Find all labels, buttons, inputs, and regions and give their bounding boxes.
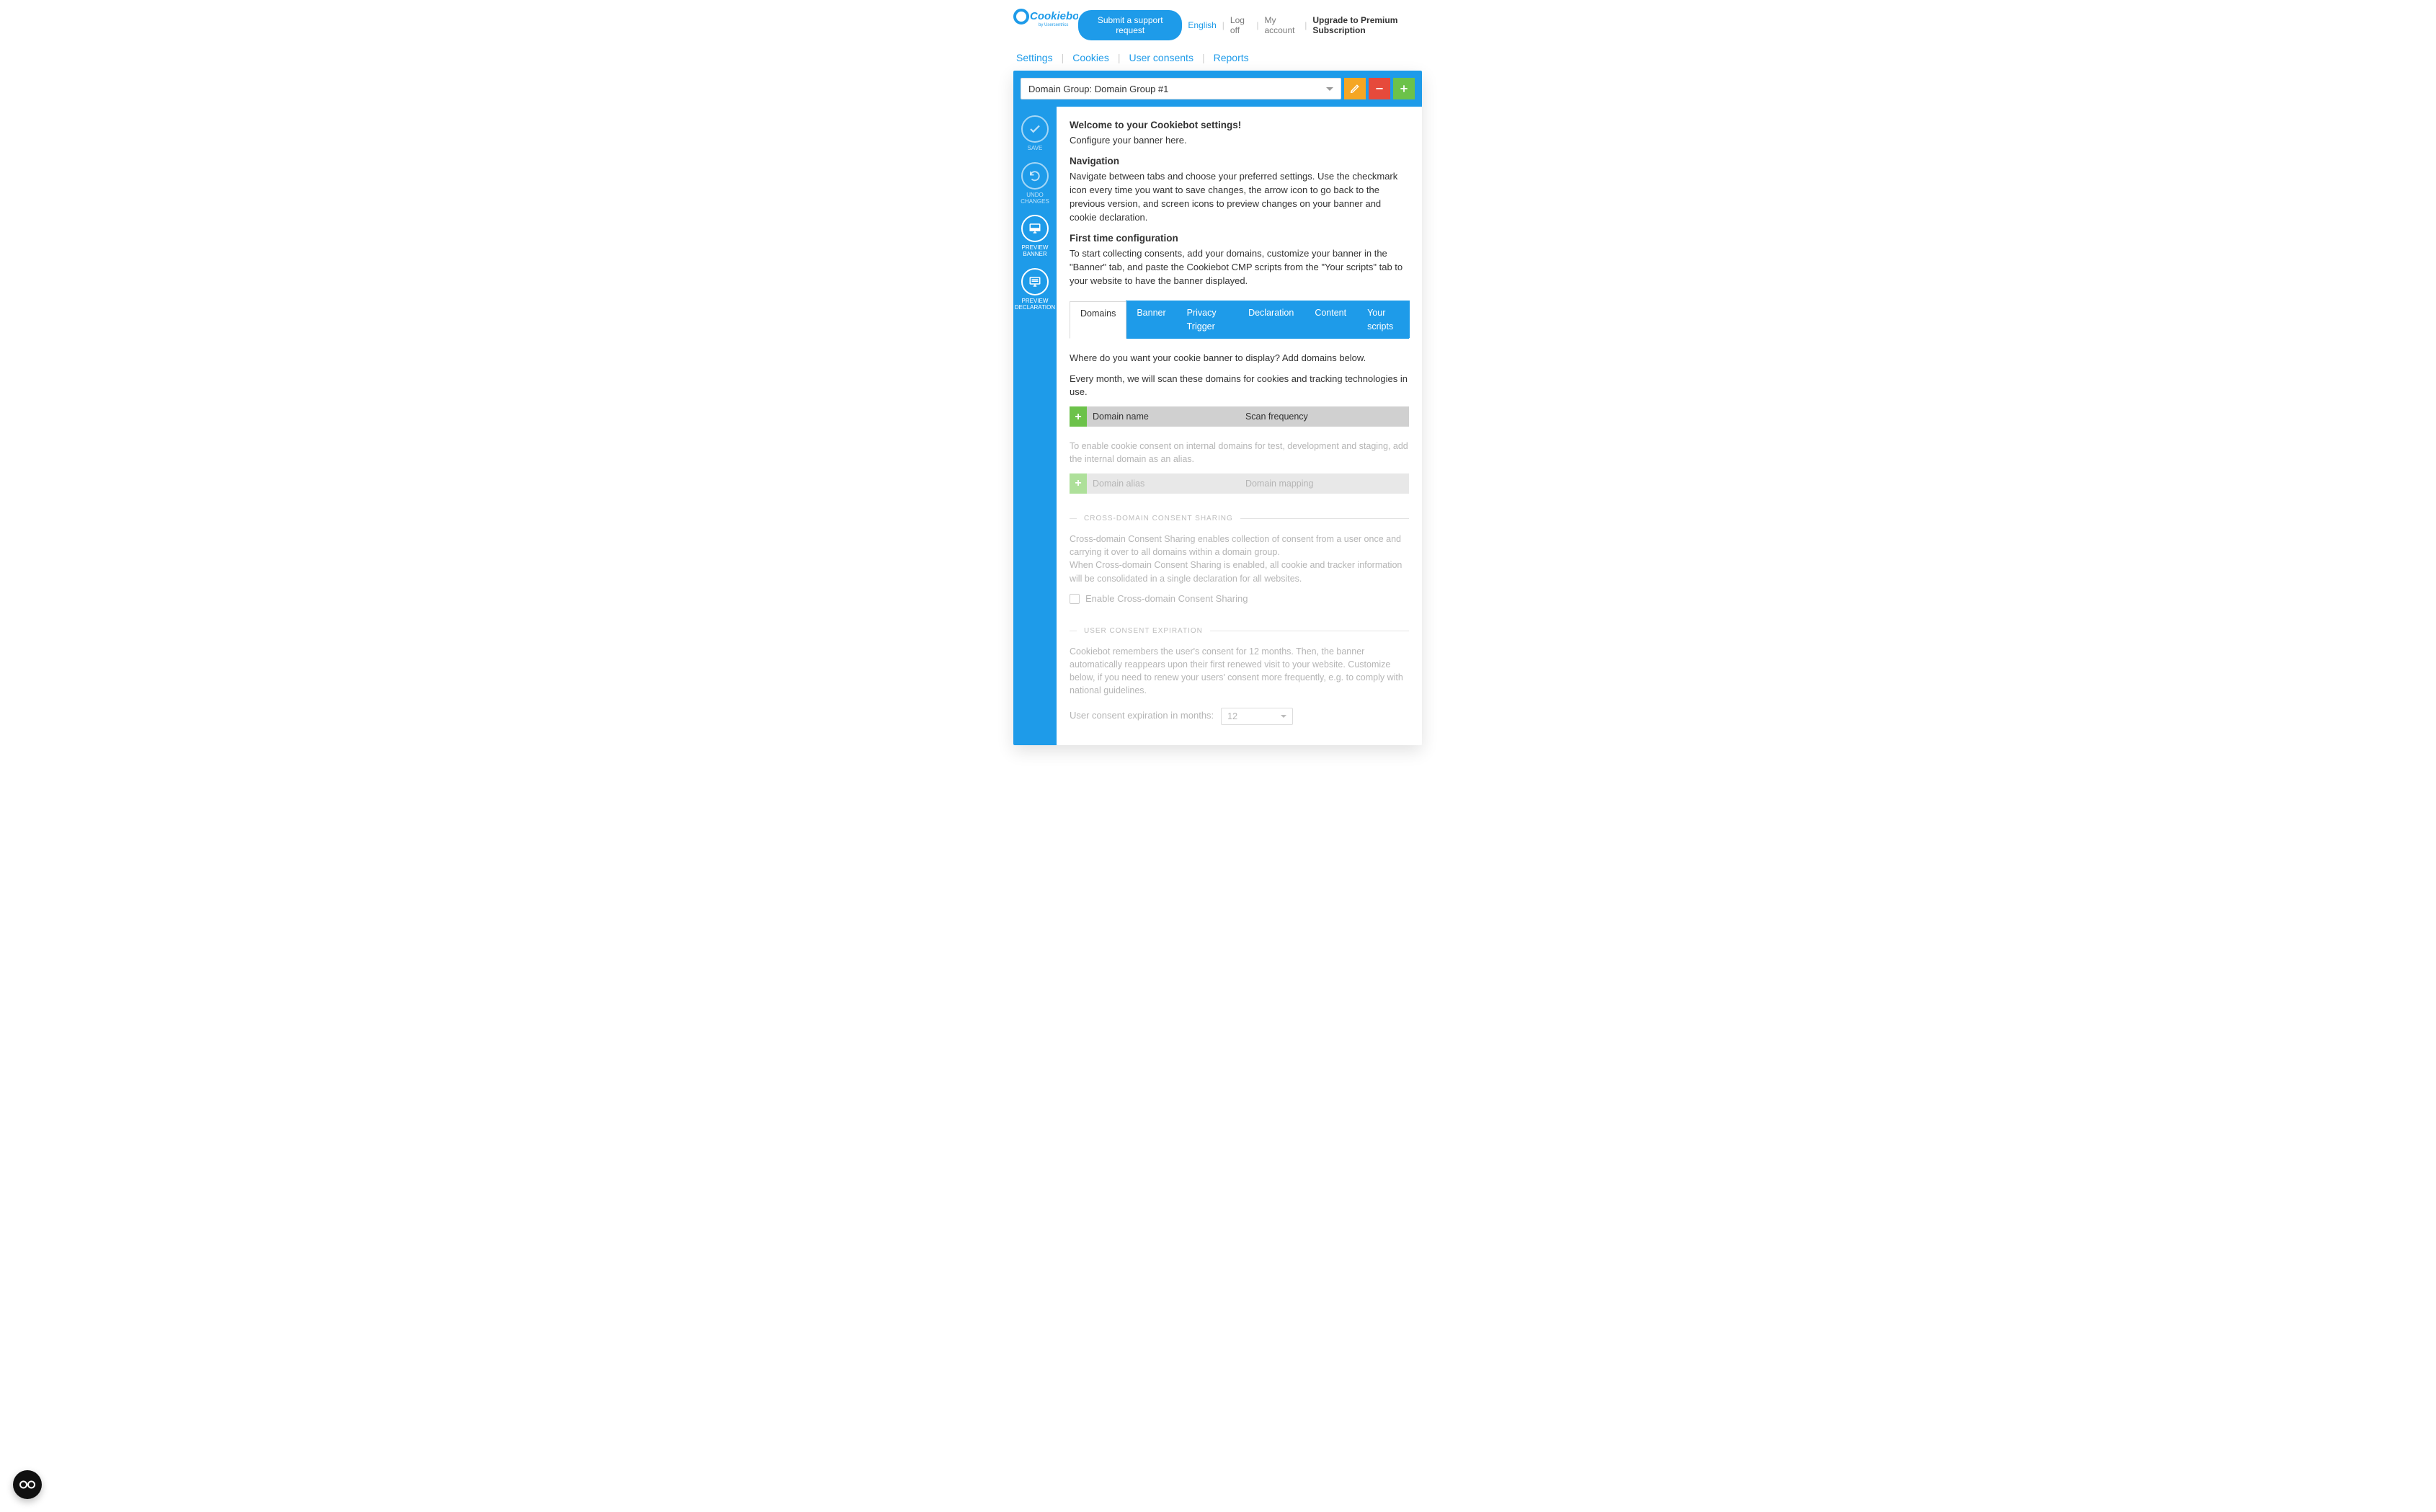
alias-table: + Domain alias Domain mapping xyxy=(1070,473,1409,494)
plus-icon xyxy=(1399,84,1409,94)
rail-label: UNDO CHANGES xyxy=(1013,192,1057,205)
check-icon xyxy=(1028,123,1041,135)
pencil-icon xyxy=(1350,84,1360,94)
screen-icon xyxy=(1028,222,1041,235)
logo-subtext: by Usercentrics xyxy=(1039,23,1068,27)
rail-label: PREVIEW BANNER xyxy=(1013,245,1057,258)
rail-preview-declaration[interactable]: PREVIEW DECLARATION xyxy=(1013,268,1057,311)
plus-icon: + xyxy=(1075,409,1081,425)
expiration-field-row: User consent expiration in months: 12 xyxy=(1070,708,1409,725)
domain-group-bar: Domain Group: Domain Group #1 xyxy=(1013,71,1422,107)
inner-tab-content[interactable]: Content xyxy=(1304,301,1357,337)
submit-support-button[interactable]: Submit a support request xyxy=(1078,10,1182,40)
cross-domain-p1: Cross-domain Consent Sharing enables col… xyxy=(1070,533,1409,559)
cross-domain-section-label: CROSS-DOMAIN CONSENT SHARING xyxy=(1070,514,1409,525)
add-alias-button[interactable]: + xyxy=(1070,473,1087,494)
logo[interactable]: Cookiebot by Usercentrics xyxy=(1013,7,1078,29)
settings-card: Domain Group: Domain Group #1 xyxy=(1013,71,1422,745)
cross-domain-p2: When Cross-domain Consent Sharing is ena… xyxy=(1070,559,1409,584)
inner-tab-declaration[interactable]: Declaration xyxy=(1237,301,1304,337)
chevron-down-icon xyxy=(1281,715,1286,718)
col-domain-mapping: Domain mapping xyxy=(1240,473,1409,494)
add-domain-button[interactable]: + xyxy=(1070,406,1087,427)
separator: | xyxy=(1222,20,1224,30)
domains-table: + Domain name Scan frequency xyxy=(1070,406,1409,427)
firsttime-body: To start collecting consents, add your d… xyxy=(1070,247,1409,288)
expiration-section-label: USER CONSENT EXPIRATION xyxy=(1070,626,1409,637)
upgrade-link[interactable]: Upgrade to Premium Subscription xyxy=(1312,15,1422,35)
cross-domain-checkbox-row: Enable Cross-domain Consent Sharing xyxy=(1070,592,1409,606)
rail-label: SAVE xyxy=(1028,146,1043,152)
rail-label: PREVIEW DECLARATION xyxy=(1013,298,1057,311)
undo-icon xyxy=(1028,169,1041,182)
edit-domain-group-button[interactable] xyxy=(1344,78,1366,99)
navigation-body: Navigate between tabs and choose your pr… xyxy=(1070,170,1409,224)
alias-section: To enable cookie consent on internal dom… xyxy=(1070,440,1409,724)
separator: | xyxy=(1304,20,1307,30)
alias-note: To enable cookie consent on internal dom… xyxy=(1070,440,1409,466)
navigation-title: Navigation xyxy=(1070,154,1409,169)
welcome-title: Welcome to your Cookiebot settings! xyxy=(1070,118,1409,133)
expiration-p1: Cookiebot remembers the user's consent f… xyxy=(1070,645,1409,698)
domain-group-select[interactable]: Domain Group: Domain Group #1 xyxy=(1021,78,1341,99)
separator: | xyxy=(1256,20,1258,30)
settings-inner-tabs: Domains Banner Privacy Trigger Declarati… xyxy=(1070,301,1409,338)
action-rail: SAVE UNDO CHANGES xyxy=(1013,107,1057,745)
inner-tab-banner[interactable]: Banner xyxy=(1126,301,1176,337)
col-domain-name: Domain name xyxy=(1087,406,1240,427)
tab-settings[interactable]: Settings xyxy=(1016,52,1053,63)
cross-domain-checkbox-label: Enable Cross-domain Consent Sharing xyxy=(1085,592,1248,606)
tab-cookies[interactable]: Cookies xyxy=(1072,52,1109,63)
plus-icon: + xyxy=(1075,475,1081,492)
col-scan-frequency: Scan frequency xyxy=(1240,406,1409,427)
firsttime-title: First time configuration xyxy=(1070,231,1409,246)
domains-p2: Every month, we will scan these domains … xyxy=(1070,373,1409,400)
minus-icon xyxy=(1374,84,1384,94)
expiration-field-label: User consent expiration in months: xyxy=(1070,709,1214,723)
screen-lines-icon xyxy=(1028,275,1041,288)
app-header: Cookiebot by Usercentrics Submit a suppo… xyxy=(1013,0,1422,45)
header-right: Submit a support request English | Log o… xyxy=(1078,10,1422,40)
inner-tab-privacy-trigger[interactable]: Privacy Trigger xyxy=(1176,301,1238,337)
add-domain-group-button[interactable] xyxy=(1393,78,1415,99)
my-account-link[interactable]: My account xyxy=(1264,15,1299,35)
consent-widget-icon xyxy=(19,1480,35,1490)
language-link[interactable]: English xyxy=(1188,20,1216,30)
welcome-body: Configure your banner here. xyxy=(1070,134,1409,148)
tab-reports[interactable]: Reports xyxy=(1214,52,1249,63)
logo-text: Cookiebot xyxy=(1030,10,1078,22)
expiration-select[interactable]: 12 xyxy=(1221,708,1293,725)
logoff-link[interactable]: Log off xyxy=(1230,15,1250,35)
domain-group-selected: Domain Group: Domain Group #1 xyxy=(1028,84,1168,94)
cross-domain-checkbox[interactable] xyxy=(1070,594,1080,604)
content-area: Welcome to your Cookiebot settings! Conf… xyxy=(1057,107,1422,745)
rail-undo[interactable]: UNDO CHANGES xyxy=(1013,162,1057,205)
top-nav-tabs: Settings | Cookies | User consents | Rep… xyxy=(1013,45,1422,71)
inner-tab-domains[interactable]: Domains xyxy=(1070,301,1126,338)
consent-widget-button[interactable] xyxy=(13,1470,42,1499)
col-domain-alias: Domain alias xyxy=(1087,473,1240,494)
rail-preview-banner[interactable]: PREVIEW BANNER xyxy=(1013,215,1057,258)
domains-intro: Where do you want your cookie banner to … xyxy=(1070,352,1409,400)
expiration-value: 12 xyxy=(1227,710,1237,723)
remove-domain-group-button[interactable] xyxy=(1369,78,1390,99)
chevron-down-icon xyxy=(1326,87,1333,91)
inner-tab-your-scripts[interactable]: Your scripts xyxy=(1356,301,1410,337)
rail-save[interactable]: SAVE xyxy=(1013,115,1057,152)
tab-user-consents[interactable]: User consents xyxy=(1129,52,1193,63)
domains-p1: Where do you want your cookie banner to … xyxy=(1070,352,1409,365)
